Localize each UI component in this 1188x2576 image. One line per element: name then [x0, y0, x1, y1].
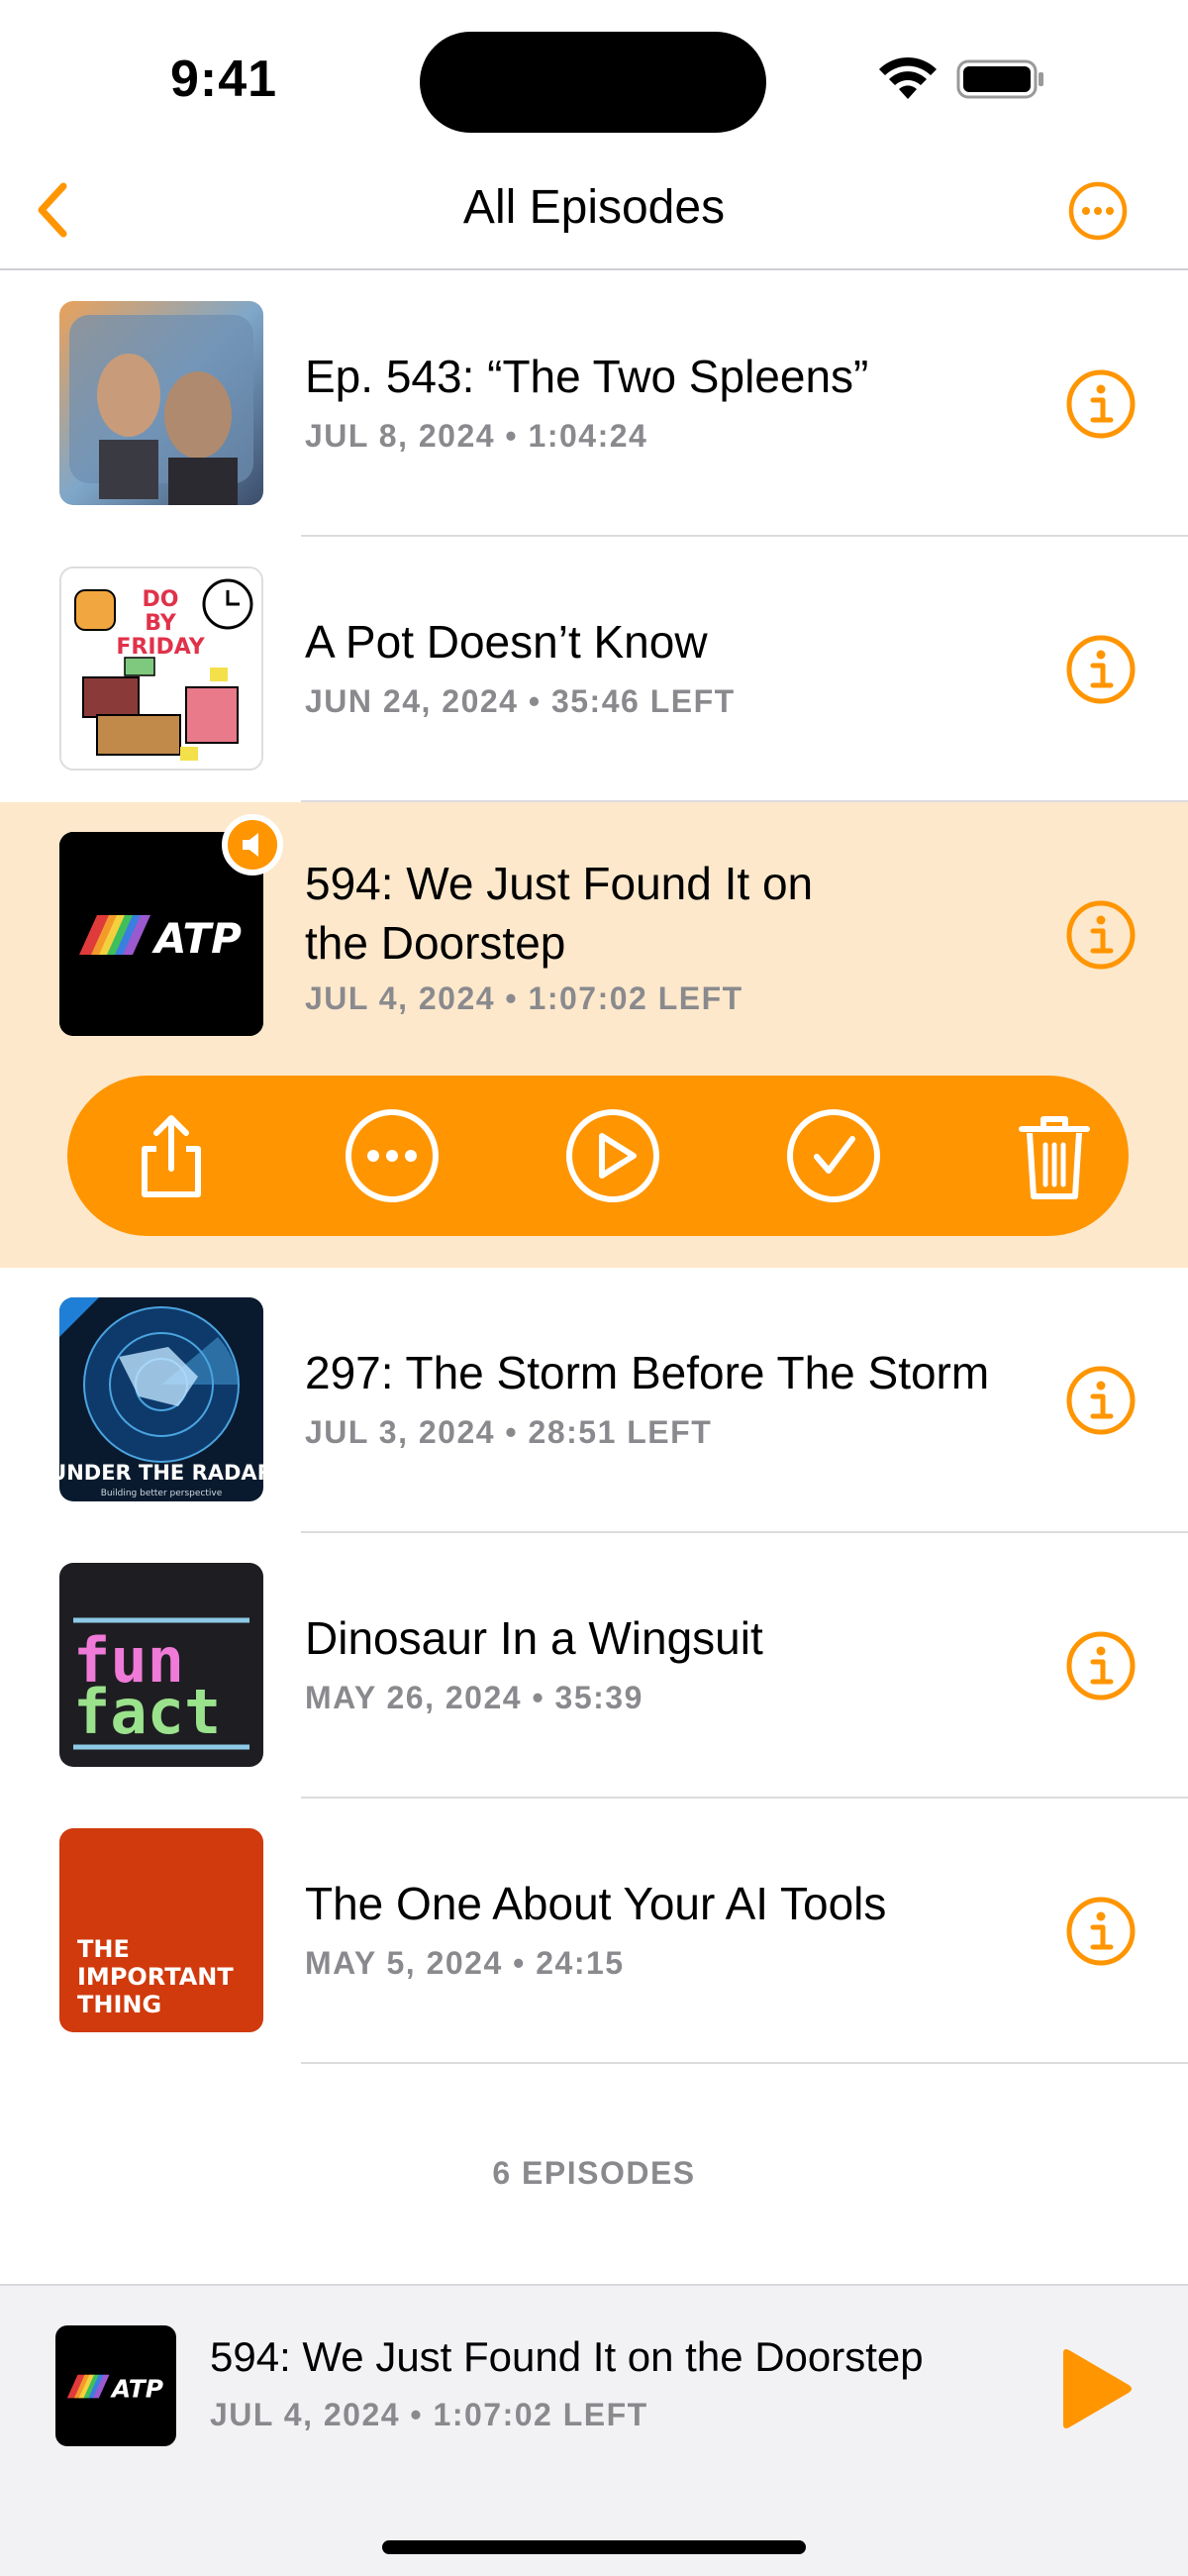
- status-time: 9:41: [170, 51, 278, 108]
- page-title: All Episodes: [462, 181, 726, 234]
- artwork-label-2: fact: [73, 1676, 221, 1748]
- mini-player-title: 594: We Just Found It on the Doorstep: [210, 2333, 924, 2380]
- svg-text:BY: BY: [145, 611, 177, 636]
- artwork-subtext: Building better perspective: [101, 1489, 223, 1498]
- wifi-icon: [879, 56, 937, 99]
- info-icon[interactable]: [1065, 1365, 1137, 1436]
- status-bar: 9:41: [0, 0, 1188, 158]
- mini-player[interactable]: ATP 594: We Just Found It on the Doorste…: [0, 2284, 1188, 2576]
- episode-meta: JUL 8, 2024 • 1:04:24: [305, 418, 648, 454]
- svg-text:FRIDAY: FRIDAY: [116, 635, 205, 660]
- info-icon[interactable]: [1065, 899, 1137, 971]
- ellipsis-circle-icon[interactable]: [338, 1101, 446, 1210]
- row-separator: [301, 2062, 1188, 2064]
- checkmark-circle-icon[interactable]: [779, 1101, 888, 1210]
- episode-action-bar: [67, 1076, 1129, 1236]
- home-indicator: [382, 2540, 806, 2554]
- mini-player-meta: JUL 4, 2024 • 1:07:02 LEFT: [210, 2397, 648, 2432]
- artwork-label-2: IMPORTANT: [77, 1963, 234, 1991]
- episode-meta: MAY 5, 2024 • 24:15: [305, 1945, 625, 1981]
- episode-meta: JUN 24, 2024 • 35:46 LEFT: [305, 683, 736, 719]
- mini-artwork-label: ATP: [110, 2374, 163, 2403]
- list-item[interactable]: Ep. 543: “The Two Spleens” JUL 8, 2024 •…: [0, 271, 1188, 537]
- battery-icon: [956, 59, 1043, 99]
- mini-player-artwork: ATP: [55, 2325, 176, 2446]
- episode-title: The One About Your AI Tools: [305, 1878, 887, 1929]
- dynamic-island: [420, 32, 766, 133]
- podcast-artwork: [59, 301, 263, 505]
- speaker-icon: [243, 833, 258, 857]
- trash-icon[interactable]: [1000, 1101, 1109, 1210]
- episode-title: Dinosaur In a Wingsuit: [305, 1612, 763, 1664]
- now-playing-badge: [222, 814, 283, 876]
- podcast-artwork: DO BY FRIDAY: [59, 567, 263, 771]
- artwork-label-3: THING: [77, 1991, 161, 2018]
- podcast-artwork: UNDER THE RADAR Building better perspect…: [59, 1297, 263, 1501]
- list-item[interactable]: fun fact Dinosaur In a Wingsuit MAY 26, …: [0, 1533, 1188, 1799]
- play-circle-icon[interactable]: [558, 1101, 667, 1210]
- info-icon[interactable]: [1065, 368, 1137, 440]
- nav-bar: All Episodes: [0, 158, 1188, 270]
- list-item[interactable]: DO BY FRIDAY A Pot Doesn’t Know JUN 24, …: [0, 537, 1188, 802]
- episode-meta: JUL 3, 2024 • 28:51 LEFT: [305, 1414, 713, 1450]
- artwork-label-1: THE: [77, 1935, 130, 1963]
- episode-title: Ep. 543: “The Two Spleens”: [305, 351, 869, 402]
- list-item[interactable]: THE IMPORTANT THING The One About Your A…: [0, 1799, 1188, 2064]
- podcast-artwork: THE IMPORTANT THING: [59, 1828, 263, 2032]
- info-icon[interactable]: [1065, 1630, 1137, 1701]
- episode-meta: JUL 4, 2024 • 1:07:02 LEFT: [305, 980, 743, 1016]
- episode-list: Ep. 543: “The Two Spleens” JUL 8, 2024 •…: [0, 271, 1188, 2064]
- info-icon[interactable]: [1065, 634, 1137, 705]
- episode-title: A Pot Doesn’t Know: [305, 616, 708, 668]
- podcast-artwork: fun fact: [59, 1563, 263, 1767]
- episode-title-line-2: the Doorstep: [305, 917, 566, 969]
- share-icon[interactable]: [117, 1101, 226, 1210]
- list-item[interactable]: UNDER THE RADAR Building better perspect…: [0, 1268, 1188, 1533]
- ellipsis-circle-icon[interactable]: [1067, 180, 1129, 242]
- artwork-label: UNDER THE RADAR: [59, 1461, 263, 1485]
- play-icon[interactable]: [1055, 2347, 1135, 2430]
- episode-meta: MAY 26, 2024 • 35:39: [305, 1680, 644, 1715]
- list-item-selected[interactable]: ATP 594: We Just Found It on the Doorste…: [0, 802, 1188, 1268]
- info-icon[interactable]: [1065, 1896, 1137, 1967]
- episode-title-line-1: 594: We Just Found It on: [305, 858, 814, 909]
- artwork-label: ATP: [151, 914, 242, 963]
- svg-text:DO: DO: [143, 587, 179, 612]
- episode-title: 297: The Storm Before The Storm: [305, 1347, 990, 1398]
- episodes-count: 6 EPISODES: [492, 2155, 696, 2191]
- episode-title: 594: We Just Found It on the Doorstep: [305, 854, 1038, 973]
